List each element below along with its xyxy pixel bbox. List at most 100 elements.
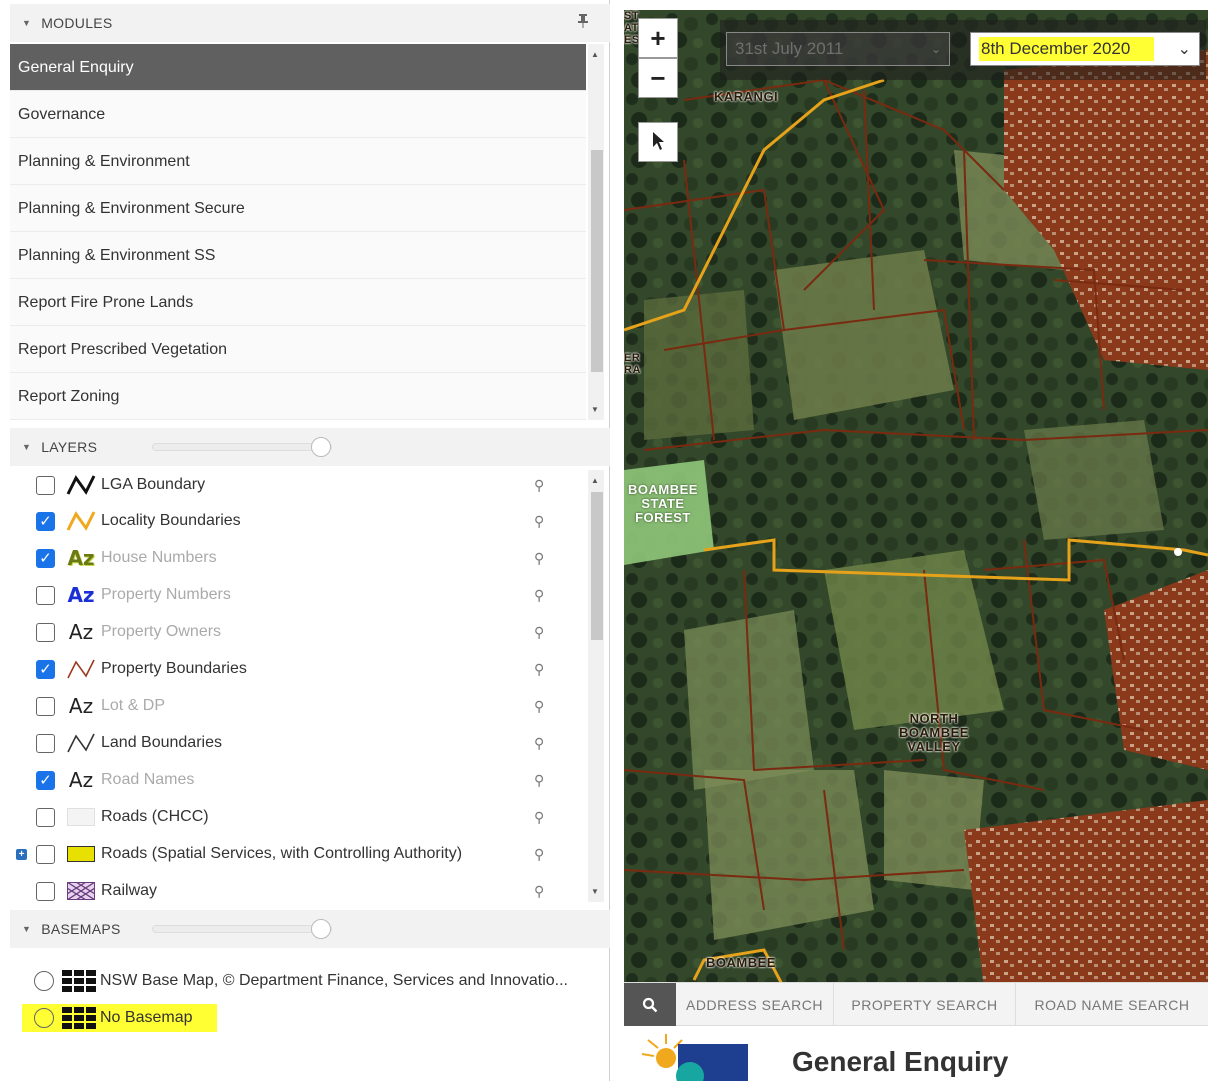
layers-scrollbar[interactable]: ▲ ▼ (588, 470, 604, 902)
layer-checkbox[interactable]: ✓ (36, 511, 55, 531)
layer-row-lot-dp: Az Lot & DP ⚲ (14, 688, 584, 724)
layer-row-property-numbers: Az Property Numbers ⚲ (14, 577, 584, 613)
swatch-yellow-icon (66, 842, 96, 866)
tab-property-search[interactable]: PROPERTY SEARCH (834, 983, 1016, 1027)
modules-scroll-thumb[interactable] (591, 150, 603, 372)
scroll-up-arrow-icon[interactable]: ▲ (591, 50, 599, 59)
cursor-arrow-icon (650, 127, 666, 158)
scroll-down-arrow-icon[interactable]: ▼ (591, 405, 599, 414)
layers-scroll-thumb[interactable] (591, 492, 603, 640)
layer-options-icon[interactable]: ⚲ (534, 587, 544, 604)
layer-options-icon[interactable]: ⚲ (534, 809, 544, 826)
select-tool-button[interactable] (638, 122, 678, 162)
search-icon[interactable] (624, 983, 676, 1027)
layer-checkbox[interactable]: ✓ (36, 548, 55, 568)
basemaps-header-label: BASEMAPS (41, 921, 121, 937)
date-to-select[interactable]: 8th December 2020 ⌄ (970, 32, 1200, 66)
module-item-planning-environment-ss[interactable]: Planning & Environment SS (10, 232, 586, 279)
tab-label: ADDRESS SEARCH (686, 997, 823, 1013)
basemap-radio[interactable] (34, 1008, 54, 1028)
layer-checkbox[interactable]: ✓ (36, 659, 55, 679)
layer-label: Property Owners (101, 623, 222, 640)
layer-options-icon[interactable]: ⚲ (534, 735, 544, 752)
layer-row-property-boundaries: ✓ Property Boundaries ⚲ (14, 651, 584, 687)
layer-options-icon[interactable]: ⚲ (534, 550, 544, 567)
layer-checkbox[interactable]: ✓ (36, 770, 55, 790)
map-label-boambee-state-forest: BOAMBEE STATE FOREST (628, 482, 698, 525)
pin-icon[interactable] (578, 14, 588, 31)
chevron-down-icon: ⌄ (1177, 41, 1191, 58)
layer-options-icon[interactable]: ⚲ (534, 772, 544, 789)
map-label-edge-mid: ER RA (624, 352, 641, 376)
module-item-general-enquiry[interactable]: General Enquiry (10, 44, 586, 91)
date-from-select[interactable]: 31st July 2011 ⌄ (726, 32, 950, 66)
layer-options-icon[interactable]: ⚲ (534, 513, 544, 530)
layer-options-icon[interactable]: ⚲ (534, 477, 544, 494)
layer-options-icon[interactable]: ⚲ (534, 661, 544, 678)
enquiry-panel: General Enquiry (624, 1026, 1208, 1081)
module-item-report-fire-prone-lands[interactable]: Report Fire Prone Lands (10, 279, 586, 326)
modules-scrollbar[interactable]: ▲ ▼ (588, 44, 604, 420)
az-blue-icon: Az (67, 583, 95, 607)
module-item-planning-environment[interactable]: Planning & Environment (10, 138, 586, 185)
tab-label: ROAD NAME SEARCH (1034, 997, 1190, 1013)
tab-road-name-search[interactable]: ROAD NAME SEARCH (1016, 983, 1208, 1027)
line-brown-icon (66, 657, 96, 681)
layer-checkbox[interactable] (36, 696, 55, 716)
basemaps-header[interactable]: ▼ BASEMAPS (10, 910, 610, 948)
modules-header-label: MODULES (41, 15, 113, 31)
basemap-row-none[interactable]: No Basemap (22, 1004, 217, 1032)
layer-row-house-numbers: ✓ Az House Numbers ⚲ (14, 540, 584, 576)
date-compare-bar: 31st July 2011 ⌄ 8th December 2020 ⌄ (720, 20, 1206, 80)
module-item-planning-environment-secure[interactable]: Planning & Environment Secure (10, 185, 586, 232)
modules-list: General Enquiry Governance Planning & En… (10, 44, 586, 420)
layer-checkbox[interactable] (36, 844, 55, 864)
line-thin-icon (66, 731, 96, 755)
layer-row-land-boundaries: Land Boundaries ⚲ (14, 725, 584, 761)
collapse-triangle-icon[interactable]: ▼ (22, 18, 31, 28)
railway-pattern-icon (66, 879, 96, 903)
basemaps-opacity-slider[interactable] (152, 919, 332, 939)
zoom-in-button[interactable]: + (638, 18, 678, 58)
layers-header[interactable]: ▼ LAYERS (10, 428, 610, 466)
line-orange-icon (66, 509, 96, 533)
scroll-down-arrow-icon[interactable]: ▼ (591, 887, 599, 896)
basemap-radio[interactable] (34, 971, 54, 991)
az-black-icon: Az (68, 694, 94, 718)
layer-checkbox[interactable] (36, 622, 55, 642)
chevron-down-icon: ⌄ (930, 42, 941, 56)
collapse-triangle-icon[interactable]: ▼ (22, 442, 31, 452)
layer-label: Land Boundaries (101, 734, 222, 751)
tab-address-search[interactable]: ADDRESS SEARCH (676, 983, 834, 1027)
module-item-governance[interactable]: Governance (10, 91, 586, 138)
layer-checkbox[interactable] (36, 881, 55, 901)
layer-row-road-names: ✓ Az Road Names ⚲ (14, 762, 584, 798)
map-label-karangi: KARANGI (714, 89, 779, 104)
basemap-row-nsw[interactable]: NSW Base Map, © Department Finance, Serv… (34, 967, 568, 995)
layer-options-icon[interactable]: ⚲ (534, 846, 544, 863)
basemaps-opacity-knob[interactable] (311, 919, 331, 939)
layer-checkbox[interactable] (36, 475, 55, 495)
layer-checkbox[interactable] (36, 807, 55, 827)
scroll-up-arrow-icon[interactable]: ▲ (591, 476, 599, 485)
module-item-report-zoning[interactable]: Report Zoning (10, 373, 586, 420)
module-item-report-prescribed-vegetation[interactable]: Report Prescribed Vegetation (10, 326, 586, 373)
map-view[interactable]: KARANGI BOAMBEE STATE FOREST NORTH BOAMB… (624, 10, 1208, 988)
layer-checkbox[interactable] (36, 733, 55, 753)
layer-label: Lot & DP (101, 697, 166, 714)
layers-opacity-knob[interactable] (311, 437, 331, 457)
zoom-in-label: + (650, 22, 666, 53)
expand-plus-icon[interactable]: + (16, 848, 27, 860)
layers-opacity-slider[interactable] (152, 437, 332, 457)
zoom-out-label: − (650, 62, 666, 93)
module-item-label: General Enquiry (18, 59, 134, 76)
layer-options-icon[interactable]: ⚲ (534, 698, 544, 715)
modules-header[interactable]: ▼ MODULES (10, 4, 610, 42)
layer-options-icon[interactable]: ⚲ (534, 883, 544, 900)
layer-row-railway: Railway ⚲ (14, 873, 584, 909)
collapse-triangle-icon[interactable]: ▼ (22, 924, 31, 934)
zoom-out-button[interactable]: − (638, 58, 678, 98)
layer-options-icon[interactable]: ⚲ (534, 624, 544, 641)
swatch-white-icon (66, 805, 96, 829)
layer-checkbox[interactable] (36, 585, 55, 605)
